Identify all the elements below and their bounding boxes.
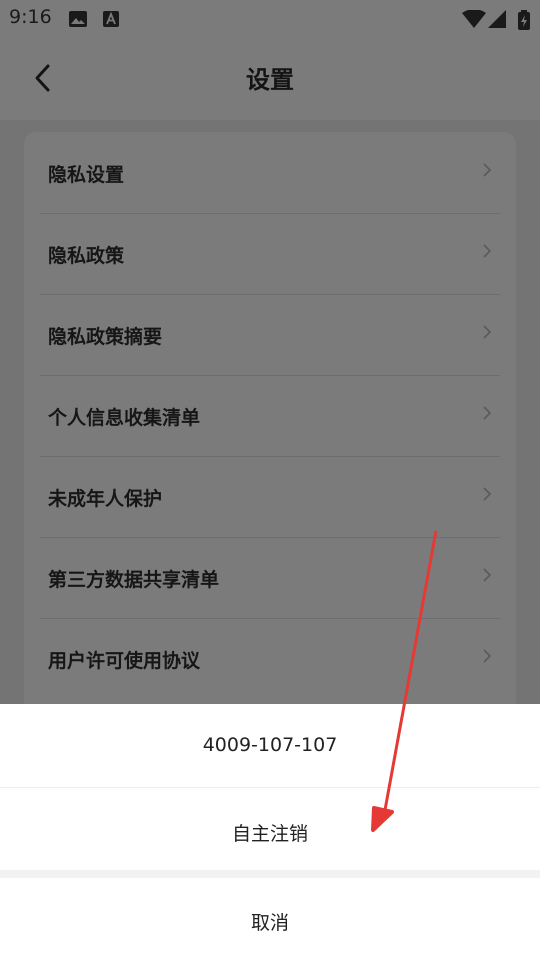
settings-item-privacy-summary[interactable]: 隐私政策摘要 (40, 294, 500, 376)
navigation-bar: 设置 (0, 36, 540, 120)
signal-icon (488, 10, 506, 28)
settings-content: 隐私设置 隐私政策 隐私政策摘要 个人信息收集清单 未成年人保护 第三方数据共享… (0, 120, 540, 722)
settings-item-minor-protection[interactable]: 未成年人保护 (40, 456, 500, 538)
battery-charging-icon (518, 10, 530, 30)
phone-number-option[interactable]: 4009-107-107 (0, 734, 540, 756)
sheet-divider (0, 787, 540, 788)
wifi-icon (462, 10, 486, 28)
cancel-button[interactable]: 取消 (0, 908, 540, 935)
chevron-right-icon (483, 649, 492, 663)
settings-item-privacy-settings[interactable]: 隐私设置 (40, 132, 500, 214)
status-time: 9:16 (9, 6, 52, 28)
chevron-right-icon (483, 163, 492, 177)
settings-item-label: 未成年人保护 (48, 488, 163, 510)
chevron-right-icon (483, 325, 492, 339)
settings-item-label: 用户许可使用协议 (48, 650, 201, 672)
chevron-right-icon (483, 568, 492, 582)
chevron-right-icon (483, 487, 492, 501)
chevron-right-icon (483, 244, 492, 258)
settings-item-personal-info-list[interactable]: 个人信息收集清单 (40, 375, 500, 457)
settings-item-label: 第三方数据共享清单 (48, 569, 220, 591)
image-icon (69, 11, 87, 27)
settings-item-label: 隐私政策 (48, 245, 125, 267)
sheet-gap (0, 870, 540, 878)
page-title: 设置 (246, 66, 294, 94)
settings-item-label: 隐私设置 (48, 164, 125, 186)
settings-item-third-party-sharing[interactable]: 第三方数据共享清单 (40, 537, 500, 619)
settings-card: 隐私设置 隐私政策 隐私政策摘要 个人信息收集清单 未成年人保护 第三方数据共享… (24, 132, 516, 722)
self-cancel-account-option[interactable]: 自主注销 (0, 819, 540, 846)
action-sheet: 4009-107-107 自主注销 取消 (0, 704, 540, 960)
settings-item-label: 个人信息收集清单 (48, 407, 201, 429)
settings-item-label: 隐私政策摘要 (48, 326, 163, 348)
settings-item-privacy-policy[interactable]: 隐私政策 (40, 213, 500, 295)
status-bar: 9:16 (0, 0, 540, 36)
font-icon (103, 11, 119, 27)
chevron-right-icon (483, 406, 492, 420)
settings-item-user-license[interactable]: 用户许可使用协议 (40, 618, 500, 699)
